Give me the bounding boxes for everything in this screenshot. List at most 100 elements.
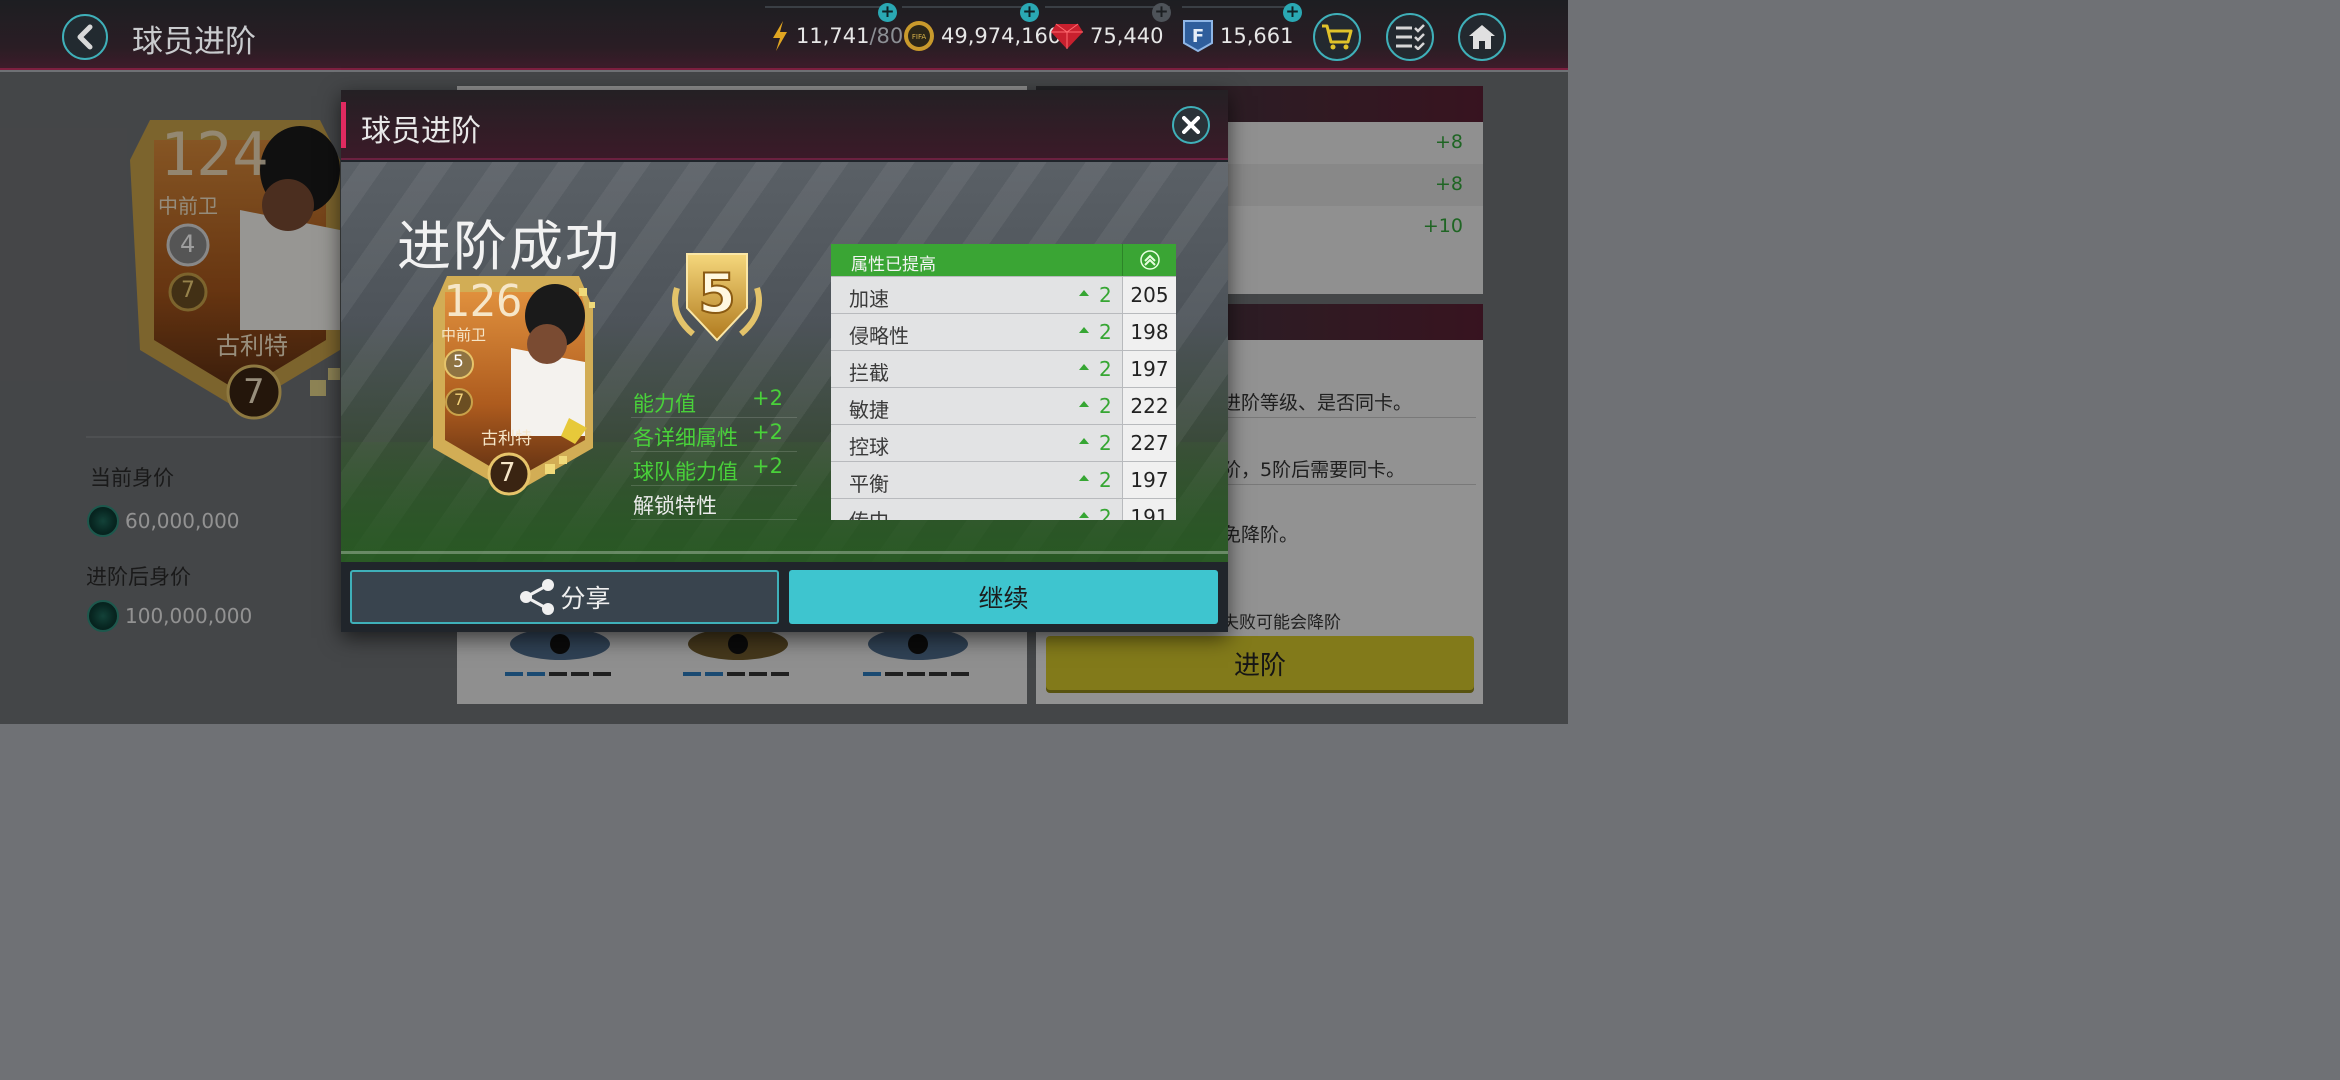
home-button[interactable]	[1458, 13, 1506, 61]
attribute-increase-value: 2	[1099, 431, 1112, 455]
points-counter: F 15,661	[1182, 19, 1294, 53]
gain-row: 球队能力值 +2	[631, 452, 797, 486]
gain-label: 解锁特性	[633, 494, 717, 518]
continue-button[interactable]: 继续	[789, 570, 1218, 624]
attribute-row: 敏捷 2 222	[831, 387, 1176, 425]
gain-value: +2	[752, 386, 783, 410]
lightning-icon	[770, 20, 790, 52]
attribute-total: 205	[1122, 277, 1176, 314]
home-icon	[1469, 25, 1495, 49]
energy-value: 11,741	[796, 24, 870, 48]
attribute-increase: 2	[1079, 468, 1112, 492]
gain-label: 能力值	[633, 392, 696, 416]
attribute-increase: 2	[1079, 357, 1112, 381]
coin-icon: FIFA	[903, 20, 935, 52]
attribute-name: 敏捷	[849, 398, 889, 422]
arrow-up-icon	[1079, 364, 1089, 370]
attribute-total: 191	[1122, 499, 1176, 520]
energy-max: /80	[869, 24, 904, 48]
card-team-level: 7	[499, 458, 516, 488]
coins-counter: FIFA 49,974,160	[903, 20, 1061, 52]
attribute-increase: 2	[1079, 394, 1112, 418]
gain-list: 能力值 +2 各详细属性 +2 球队能力值 +2 解锁特性	[631, 384, 797, 520]
attribute-row: 传中 2 191	[831, 498, 1176, 520]
attribute-total: 198	[1122, 314, 1176, 351]
attribute-increase-value: 2	[1099, 283, 1112, 307]
rank-level: 5	[698, 262, 736, 325]
gems-counter: 75,440	[1050, 20, 1163, 52]
back-button[interactable]	[62, 14, 108, 60]
attribute-name: 拦截	[849, 361, 889, 385]
attribute-name: 传中	[849, 505, 889, 520]
gain-value: +2	[752, 454, 783, 478]
points-logo-text: F	[1192, 26, 1204, 47]
attribute-table[interactable]: 属性已提高 加速 2 205 侵略性 2 198 拦截 2 197 敏捷 2 2…	[831, 244, 1176, 520]
attribute-row: 拦截 2 197	[831, 350, 1176, 388]
arrow-up-icon	[1079, 290, 1089, 296]
attribute-header-label: 属性已提高	[851, 255, 936, 275]
gain-label: 各详细属性	[633, 426, 738, 450]
page-title: 球员进阶	[132, 24, 256, 60]
attribute-increase-value: 2	[1099, 394, 1112, 418]
upgrade-result-modal: 球员进阶 进阶成功 126 中前卫 5 7 古利特 7 5 能力值 +2 各详细…	[341, 90, 1228, 632]
share-icon	[520, 579, 555, 615]
top-bar: 球员进阶 + 11,741/80 + FIFA 49,974,160 + 75,…	[0, 0, 1568, 70]
gain-row: 各详细属性 +2	[631, 418, 797, 452]
close-button[interactable]	[1172, 106, 1210, 144]
card-player-name: 古利特	[481, 429, 532, 449]
gain-row: 能力值 +2	[631, 384, 797, 418]
coin-logo-text: FIFA	[912, 33, 926, 41]
attribute-total: 222	[1122, 388, 1176, 425]
gain-label: 球队能力值	[633, 460, 738, 484]
points-value: 15,661	[1220, 24, 1294, 48]
fifa-points-icon: F	[1182, 19, 1214, 53]
gain-row: 解锁特性	[631, 486, 797, 520]
card-position: 中前卫	[441, 326, 487, 344]
checklist-icon	[1396, 24, 1425, 50]
modal-header: 球员进阶	[341, 90, 1228, 160]
arrow-up-icon	[1079, 438, 1089, 444]
arrow-up-icon	[1079, 512, 1089, 518]
gain-value: +2	[752, 420, 783, 444]
share-button[interactable]: 分享	[350, 570, 779, 624]
arrow-up-icon	[1079, 327, 1089, 333]
attribute-name: 加速	[849, 287, 889, 311]
attribute-increase-value: 2	[1099, 320, 1112, 344]
close-icon	[1182, 116, 1200, 134]
modal-title: 球员进阶	[361, 114, 481, 149]
attribute-total: 227	[1122, 425, 1176, 462]
tasks-button[interactable]	[1386, 13, 1434, 61]
attribute-name: 控球	[849, 435, 889, 459]
attribute-increase-value: 2	[1099, 505, 1112, 520]
attribute-increase: 2	[1079, 320, 1112, 344]
cart-icon	[1322, 24, 1353, 50]
attribute-increase: 2	[1079, 283, 1112, 307]
attribute-row: 平衡 2 197	[831, 461, 1176, 499]
attribute-name: 平衡	[849, 472, 889, 496]
attribute-table-header: 属性已提高	[831, 244, 1176, 276]
attribute-increase: 2	[1079, 505, 1112, 520]
rank-badge: 5	[663, 248, 771, 348]
attribute-name: 侵略性	[849, 324, 909, 348]
attribute-row: 侵略性 2 198	[831, 313, 1176, 351]
chevron-left-icon	[77, 24, 93, 50]
gem-icon	[1050, 22, 1084, 50]
card-level: 7	[454, 390, 465, 409]
result-stage: 进阶成功 126 中前卫 5 7 古利特 7 5 能力值 +2 各详细属性 +2…	[341, 162, 1228, 562]
share-label: 分享	[560, 584, 611, 613]
double-chevron-up-icon	[1122, 244, 1176, 276]
arrow-up-icon	[1079, 401, 1089, 407]
card-rank: 5	[453, 352, 464, 372]
energy-counter: 11,741/80	[770, 20, 903, 52]
attribute-increase: 2	[1079, 431, 1112, 455]
card-rating: 126	[443, 276, 523, 327]
gems-value: 75,440	[1090, 24, 1164, 48]
attribute-total: 197	[1122, 351, 1176, 388]
coins-value: 49,974,160	[941, 24, 1062, 48]
attribute-increase-value: 2	[1099, 468, 1112, 492]
attribute-total: 197	[1122, 462, 1176, 499]
upgraded-player-card[interactable]: 126 中前卫 5 7 古利特 7	[429, 268, 599, 498]
shop-button[interactable]	[1313, 13, 1361, 61]
attribute-row: 加速 2 205	[831, 276, 1176, 314]
arrow-up-icon	[1079, 475, 1089, 481]
